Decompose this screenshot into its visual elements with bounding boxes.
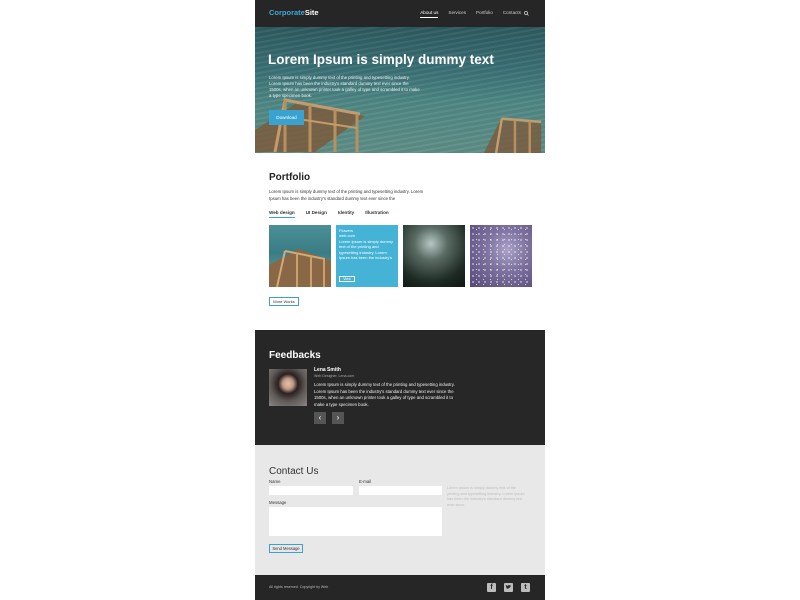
download-button[interactable]: Download xyxy=(269,110,304,125)
view-button[interactable]: View xyxy=(339,276,355,282)
message-field[interactable] xyxy=(269,507,442,536)
logo[interactable]: CorporateSite xyxy=(269,8,319,17)
hero-banner: Lorem Ipsum is simply dummy text Lorem I… xyxy=(255,27,545,153)
search-icon[interactable] xyxy=(524,11,529,16)
page: CorporateSite About us Services Portfoli… xyxy=(255,0,545,600)
name-label: Name xyxy=(269,479,281,484)
pier-thumbnail-image xyxy=(269,249,331,287)
footer: All rights reserved. Copyright by Web f … xyxy=(255,575,545,600)
email-field[interactable] xyxy=(359,486,442,495)
hero-title: Lorem Ipsum is simply dummy text xyxy=(268,52,494,67)
main-nav: About us Services Portfolio Contacts xyxy=(410,10,521,18)
name-field[interactable] xyxy=(269,486,353,495)
nav-services[interactable]: Services xyxy=(448,10,466,18)
portfolio-item-forest[interactable] xyxy=(403,225,465,287)
nav-about-us[interactable]: About us xyxy=(420,10,439,18)
portfolio-tabs: Web design UI Design Identity Illustrati… xyxy=(269,210,400,218)
pier-right-image xyxy=(483,117,542,153)
top-bar: CorporateSite About us Services Portfoli… xyxy=(255,0,545,27)
twitter-bird-glyph xyxy=(505,584,512,589)
feedbacks-title: Feedbacks xyxy=(269,350,321,361)
portfolio-item-flowers[interactable]: Flowers web.com Lorem Ipsum is simply du… xyxy=(336,225,398,287)
logo-part1: Corporate xyxy=(269,8,305,17)
nav-contacts[interactable]: Contacts xyxy=(503,10,521,18)
hero-text: Lorem Ipsum is simply dummy text of the … xyxy=(269,75,420,98)
avatar xyxy=(269,369,307,406)
sparkle-texture xyxy=(470,225,532,287)
portfolio-item-sparkles[interactable] xyxy=(470,225,532,287)
reviewer-role: Web Designer, Lena.com xyxy=(314,374,355,378)
twitter-icon[interactable] xyxy=(504,583,513,592)
contact-section: Contact Us Name E-mail Message Lorem Ips… xyxy=(255,445,545,575)
email-label: E-mail xyxy=(359,479,372,484)
portfolio-title: Portfolio xyxy=(269,172,311,183)
chevron-left-icon[interactable]: ‹ xyxy=(314,412,326,424)
reviewer-name: Lena Smith xyxy=(314,367,341,373)
feedback-text: Lorem Ipsum is simply dummy text of the … xyxy=(314,382,455,407)
tab-identity[interactable]: Identity xyxy=(338,210,354,218)
feedbacks-section: Feedbacks Lena Smith Web Designer, Lena.… xyxy=(255,330,545,445)
contact-side-text: Lorem Ipsum is simply dummy text of the … xyxy=(447,486,525,507)
chevron-right-icon[interactable]: › xyxy=(332,412,344,424)
tumblr-icon[interactable]: t xyxy=(521,583,530,592)
copyright-text: All rights reserved. Copyright by Web xyxy=(269,585,329,589)
overlay-text: Lorem Ipsum is simply dummy text of the … xyxy=(339,238,394,261)
send-message-button[interactable]: Send Message xyxy=(269,544,303,553)
facebook-icon[interactable]: f xyxy=(487,583,496,592)
message-label: Message xyxy=(269,500,287,505)
tab-web-design[interactable]: Web design xyxy=(269,210,295,218)
portfolio-overlay: Flowers web.com Lorem Ipsum is simply du… xyxy=(339,228,395,260)
tab-ui-design[interactable]: UI Design xyxy=(306,210,327,218)
contact-title: Contact Us xyxy=(269,466,319,477)
portfolio-item-pier[interactable] xyxy=(269,225,331,287)
nav-portfolio[interactable]: Portfolio xyxy=(476,10,493,18)
more-works-button[interactable]: More Works xyxy=(269,297,299,306)
tab-illustration[interactable]: Illustration xyxy=(365,210,388,218)
logo-part2: Site xyxy=(304,8,319,17)
portfolio-description: Lorem Ipsum is simply dummy text of the … xyxy=(269,189,424,201)
